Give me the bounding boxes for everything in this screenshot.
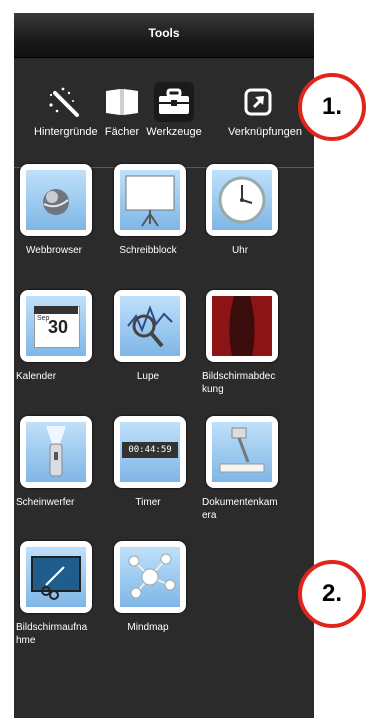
document-camera-icon (212, 422, 272, 482)
tool-lupe[interactable]: Lupe (110, 290, 194, 383)
tool-tile (206, 164, 278, 236)
tool-kalender[interactable]: Sep 30 Kalender (16, 290, 100, 383)
magic-wand-icon (44, 82, 84, 122)
clock-icon (212, 170, 272, 230)
tool-label: Bildschirmabdeckung (202, 371, 276, 395)
tool-scheinwerfer[interactable]: Scheinwerfer (16, 416, 100, 509)
tool-label: Scheinwerfer (16, 497, 75, 508)
tool-tile (206, 416, 278, 488)
tool-timer[interactable]: 00:44:59 Timer (110, 416, 194, 509)
tool-bildschirmaufnahme[interactable]: Bildschirmaufnahme (16, 541, 100, 647)
tab-label: Verknüpfungen (228, 126, 303, 138)
tool-label: Mindmap (127, 622, 169, 633)
tab-label: Fächer (104, 126, 140, 138)
tab-faecher[interactable]: Fächer (92, 82, 152, 138)
tool-label: Kalender (16, 371, 57, 382)
timer-digits: 00:44:59 (122, 442, 178, 458)
callout-2: 2. (298, 560, 366, 628)
tool-tile (20, 416, 92, 488)
category-tabs: Hintergründe Fächer Werkzeuge Verknüpfun… (14, 58, 314, 168)
tab-hintergruende[interactable]: Hintergründe (34, 82, 98, 138)
tools-panel: Tools Hintergründe Fächer Werkzeuge Verk… (14, 13, 314, 718)
magnifier-icon (120, 296, 180, 356)
calendar-icon: Sep 30 (26, 296, 86, 356)
tool-label: Timer (135, 497, 161, 508)
curtain-icon (212, 296, 272, 356)
calendar-day: 30 (48, 317, 69, 337)
tool-uhr[interactable]: Uhr (202, 164, 286, 257)
tab-werkzeuge[interactable]: Werkzeuge (144, 82, 204, 138)
tool-tile (20, 541, 92, 613)
tool-tile: Sep 30 (20, 290, 92, 362)
tool-bildschirmabdeckung[interactable]: Bildschirmabdeckung (202, 290, 286, 396)
tool-dokumentenkamera[interactable]: Dokumentenkamera (202, 416, 286, 522)
shortcut-arrow-icon (238, 82, 278, 122)
screen-capture-icon (26, 547, 86, 607)
tab-verknuepfungen[interactable]: Verknüpfungen (228, 82, 303, 138)
tool-tile: 00:44:59 (114, 416, 186, 488)
tab-label: Werkzeuge (146, 126, 202, 138)
tab-label: Hintergründe (34, 126, 98, 138)
tool-tile (114, 541, 186, 613)
flashlight-icon (26, 422, 86, 482)
tool-label: Dokumentenkamera (202, 497, 278, 521)
callout-1: 1. (298, 73, 366, 141)
tool-schreibblock[interactable]: Schreibblock (110, 164, 194, 257)
toolbox-icon (154, 82, 194, 122)
book-icon (102, 82, 142, 122)
tool-tile (114, 164, 186, 236)
mindmap-icon (120, 547, 180, 607)
tool-label: Uhr (231, 245, 249, 256)
tool-webbrowser[interactable]: Webbrowser (16, 164, 100, 257)
timer-icon: 00:44:59 (120, 422, 180, 482)
tool-label: Webbrowser (26, 245, 82, 256)
tool-mindmap[interactable]: Mindmap (110, 541, 194, 634)
tool-label: Bildschirmaufnahme (16, 622, 88, 646)
tool-label: Lupe (136, 371, 160, 382)
globe-icon (26, 170, 86, 230)
tool-tile (114, 290, 186, 362)
whiteboard-icon (120, 170, 180, 230)
tool-label: Schreibblock (119, 245, 177, 256)
tool-tile (206, 290, 278, 362)
panel-title: Tools (14, 13, 314, 58)
tool-tile (20, 164, 92, 236)
